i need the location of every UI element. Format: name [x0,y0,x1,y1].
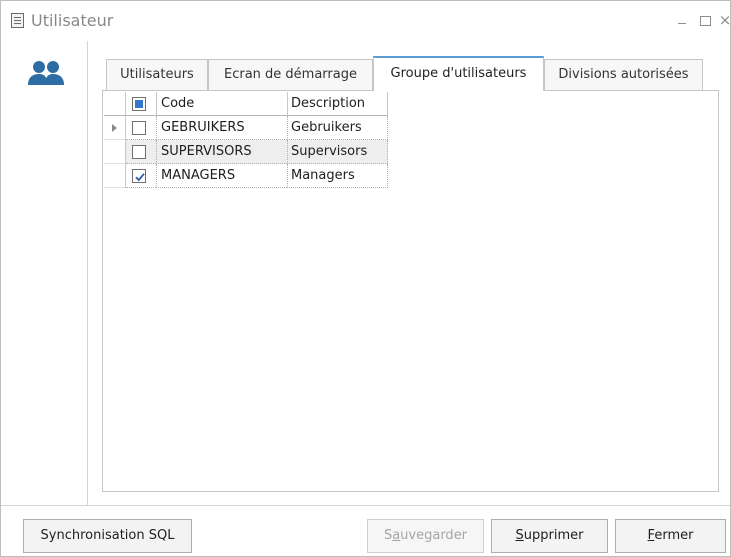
footer-divider [1,505,730,506]
window-title: Utilisateur [31,11,114,30]
maximize-icon[interactable] [697,11,713,29]
grid-header-row: Code Description [104,92,388,116]
code-cell[interactable]: GEBRUIKERS [156,116,287,140]
description-cell[interactable]: Supervisors [287,140,388,164]
user-groups-grid: Code Description GEBRUIKERS Gebruikers S… [104,92,388,188]
table-row[interactable]: GEBRUIKERS Gebruikers [104,116,388,140]
delete-label-suffix: upprimer [523,528,584,543]
close-button[interactable]: Fermer [615,519,726,553]
sync-sql-button[interactable]: Synchronisation SQL [23,519,192,553]
select-all-cell[interactable] [126,92,156,116]
grid-body: GEBRUIKERS Gebruikers SUPERVISORS Superv… [104,116,388,188]
close-label-suffix: ermer [654,528,694,543]
delete-mnemonic: S [515,528,524,543]
row-checkbox[interactable] [132,121,146,135]
row-checkbox-cell[interactable] [126,116,156,140]
save-label-prefix: S [383,528,393,543]
row-checkbox[interactable] [132,169,146,183]
row-indicator [104,164,126,188]
row-indicator [104,116,126,140]
column-header-code[interactable]: Code [156,92,287,116]
form-icon [11,13,24,28]
user-window: Utilisateur × Utilisateurs Ecran de déma… [0,0,731,557]
table-row[interactable]: MANAGERS Managers [104,164,388,188]
row-checkbox[interactable] [132,145,146,159]
title-bar[interactable]: Utilisateur × [1,1,731,41]
sidebar-divider [87,41,88,506]
row-checkbox-cell[interactable] [126,140,156,164]
save-mnemonic: a [392,528,401,543]
tab-ecran-de-demarrage[interactable]: Ecran de démarrage [208,59,373,90]
checkmark-icon [135,173,145,182]
table-row[interactable]: SUPERVISORS Supervisors [104,140,388,164]
description-cell[interactable]: Gebruikers [287,116,388,140]
code-cell[interactable]: MANAGERS [156,164,287,188]
tab-groupe-utilisateurs[interactable]: Groupe d'utilisateurs [373,56,544,91]
delete-button[interactable]: Supprimer [491,519,608,553]
users-group-icon [25,59,67,89]
current-row-arrow-icon [112,124,117,132]
tab-divisions-autorisees[interactable]: Divisions autorisées [544,59,703,90]
close-icon[interactable]: × [717,11,731,29]
code-cell[interactable]: SUPERVISORS [156,140,287,164]
save-label-suffix: uvegarder [400,528,468,543]
select-all-checkbox[interactable] [132,97,146,111]
minimize-icon[interactable] [675,11,691,29]
save-button[interactable]: Sauvegarder [367,519,484,553]
row-indicator-header [104,92,126,116]
description-cell[interactable]: Managers [287,164,388,188]
row-checkbox-cell[interactable] [126,164,156,188]
tab-utilisateurs[interactable]: Utilisateurs [106,59,208,90]
row-indicator [104,140,126,164]
column-header-description[interactable]: Description [287,92,388,116]
